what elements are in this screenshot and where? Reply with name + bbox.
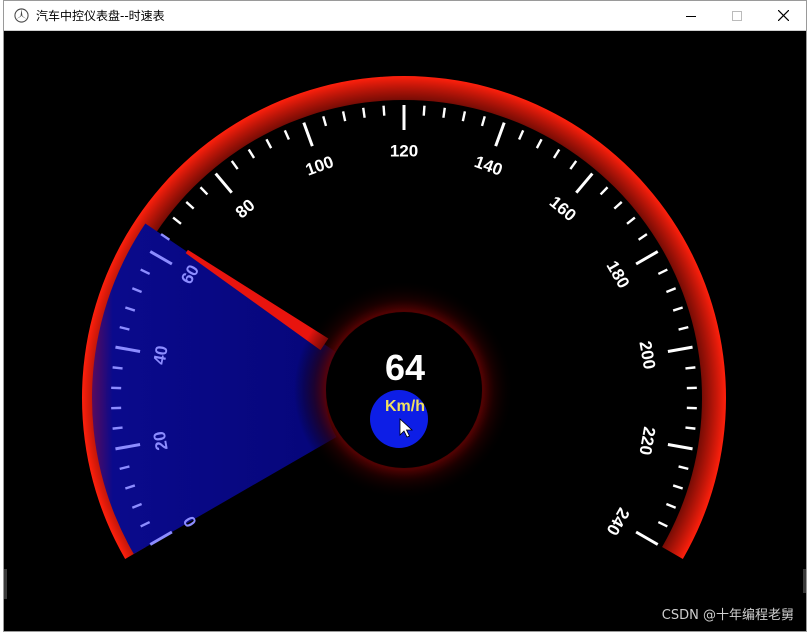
speedometer-gauge: 020406080100120140160180200220240 64 Km/… [82, 75, 726, 559]
maximize-icon [732, 10, 742, 21]
minor-tick [665, 287, 677, 294]
major-tick [494, 122, 506, 147]
minor-tick [626, 216, 636, 225]
minor-tick [685, 366, 696, 370]
tick-label: 20 [150, 430, 172, 452]
tick-label: 240 [603, 504, 634, 538]
minor-tick [265, 138, 273, 149]
minor-tick [199, 186, 209, 196]
close-icon [777, 10, 789, 21]
minor-tick [672, 484, 684, 490]
minor-tick [247, 148, 256, 159]
title-bar[interactable]: 汽车中控仪表盘--时速表 [4, 1, 806, 31]
minor-tick [382, 105, 386, 116]
minor-tick [341, 111, 347, 122]
tick-label: 140 [472, 152, 505, 180]
minor-tick [685, 426, 696, 430]
minor-tick [672, 306, 684, 312]
tick-label: 100 [303, 152, 336, 180]
minimize-icon [686, 15, 696, 17]
minor-tick [657, 268, 668, 276]
tick-label: 120 [390, 142, 418, 161]
minor-tick [637, 233, 648, 241]
background-strip-right [803, 569, 806, 593]
minor-tick [172, 216, 182, 225]
app-window: 汽车中控仪表盘--时速表 0 20 40 60 80 100 120 140 1… [3, 0, 807, 632]
minor-tick [678, 325, 689, 331]
minor-tick [362, 107, 366, 118]
minor-tick [678, 465, 689, 471]
tick-label: 220 [635, 425, 659, 456]
close-button[interactable] [760, 1, 806, 30]
mercedes-star-icon [12, 7, 30, 25]
minor-tick [518, 129, 525, 140]
minor-tick [185, 201, 195, 210]
minor-tick [599, 186, 609, 196]
minor-tick [552, 148, 561, 159]
background-strip-left [4, 569, 7, 599]
minor-tick [535, 138, 543, 149]
major-tick [302, 122, 314, 147]
major-tick [667, 345, 693, 353]
major-tick [575, 172, 594, 194]
watermark-text: CSDN @十年编程老舅 [661, 608, 794, 623]
minor-tick [230, 160, 239, 170]
maximize-button[interactable] [714, 1, 760, 30]
minor-tick [112, 426, 123, 430]
tick-label: 180 [603, 257, 634, 291]
minor-tick [613, 201, 623, 210]
window-controls [668, 1, 806, 30]
speed-unit-label: Km/h [385, 398, 425, 415]
speedometer-canvas: 0 20 40 60 80 100 120 140 160 180 200 220 240 64 Km/… [4, 31, 806, 631]
minor-tick [461, 111, 467, 122]
speed-readout: 64 [385, 347, 425, 388]
minor-tick [657, 520, 668, 528]
minor-tick [283, 129, 290, 140]
major-tick [635, 250, 659, 266]
tick-label: 40 [150, 344, 172, 366]
minimize-button[interactable] [668, 1, 714, 30]
major-tick [635, 530, 659, 546]
tick-label: 80 [232, 195, 259, 222]
window-title: 汽车中控仪表盘--时速表 [36, 9, 165, 23]
minor-tick [665, 502, 677, 509]
tick-label: 200 [635, 339, 659, 370]
minor-tick [422, 105, 426, 116]
minor-tick [322, 116, 328, 127]
minor-tick [112, 366, 123, 370]
minor-tick [569, 160, 578, 170]
major-tick [214, 172, 233, 194]
minor-tick [480, 116, 486, 127]
minor-tick [442, 107, 446, 118]
major-tick [667, 443, 693, 451]
tick-label: 160 [546, 192, 580, 225]
